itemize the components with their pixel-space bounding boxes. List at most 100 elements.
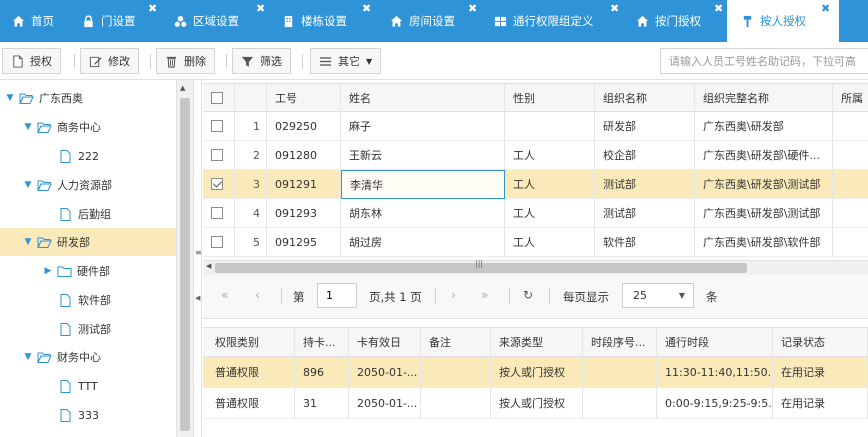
tree-node-hr[interactable]: ▼ 人力资源部 xyxy=(0,171,176,199)
tree-node-ttt[interactable]: TTT xyxy=(0,372,176,400)
table-row[interactable]: 2 091280 王新云 工人 校企部 广东西奥\研发部\硬件... xyxy=(203,141,868,170)
close-icon[interactable]: ✖ xyxy=(610,3,619,14)
checkbox[interactable] xyxy=(211,207,223,219)
table-row[interactable]: 普通权限 31 2050-01-... 按人或门授权 0:00-9:15,9:2… xyxy=(203,388,868,419)
header-cell[interactable]: 通行时段 xyxy=(657,328,773,358)
tab-permission-group[interactable]: 通行权限组定义 ✖ xyxy=(494,0,619,42)
header-cell[interactable]: 工号 xyxy=(267,84,341,113)
tree-label: 222 xyxy=(78,149,99,163)
tab-label: 首页 xyxy=(31,14,54,28)
close-icon[interactable]: ✖ xyxy=(362,3,371,14)
pager-divider xyxy=(549,288,550,304)
header-select-all[interactable] xyxy=(203,84,235,113)
permission-grid: 权限类别 持卡... 卡有效日 备注 来源类型 时段序号... 通行时段 记录状… xyxy=(203,327,868,437)
header-cell[interactable]: 姓名 xyxy=(341,84,505,113)
panel-splitter[interactable]: ≡ ◀ xyxy=(193,80,202,437)
expand-arrow-icon[interactable]: ▼ xyxy=(22,352,34,362)
tree-node-guangdong-xiao[interactable]: ▼ 广东西奥 xyxy=(0,84,176,112)
close-icon[interactable]: ✖ xyxy=(148,3,157,14)
close-icon[interactable]: ✖ xyxy=(468,3,477,14)
expand-arrow-icon[interactable]: ▼ xyxy=(22,237,34,247)
tree-node-hardware[interactable]: ▶ 硬件部 xyxy=(0,257,176,285)
employee-name-edit[interactable]: 李清华 xyxy=(341,170,505,199)
tree-node-business-center[interactable]: ▼ 商务中心 xyxy=(0,113,176,141)
header-cell[interactable]: 组织名称 xyxy=(595,84,695,113)
next-page-icon[interactable]: › xyxy=(451,288,456,302)
row-number: 4 xyxy=(235,199,267,228)
page-size-label: 每页显示 xyxy=(563,290,609,304)
row-select[interactable] xyxy=(203,112,235,141)
first-page-icon[interactable]: « xyxy=(221,288,228,302)
source-type: 按人或门授权 xyxy=(491,357,583,388)
table-row[interactable]: 1 029250 麻子 研发部 广东西奥\研发部 xyxy=(203,112,868,141)
tree-node-testing[interactable]: 测试部 xyxy=(0,315,176,343)
tree-node-333[interactable]: 333 xyxy=(0,401,176,429)
header-cell[interactable]: 时段序号... xyxy=(583,328,657,358)
tab-home[interactable]: 首页 xyxy=(12,0,54,42)
close-icon[interactable]: ✖ xyxy=(821,3,830,14)
header-cell[interactable]: 备注 xyxy=(421,328,491,358)
employee-name: 王新云 xyxy=(341,141,505,170)
checkbox[interactable] xyxy=(211,236,223,248)
delete-button[interactable]: 删除 xyxy=(156,48,215,74)
tab-person-authorize[interactable]: 按人授权 ✖ xyxy=(727,0,839,42)
table-row[interactable]: 5 091295 胡过房 工人 软件部 广东西奥\研发部\软件部 xyxy=(203,228,868,257)
header-cell[interactable]: 性别 xyxy=(505,84,595,113)
tab-door-settings[interactable]: 门设置 ✖ xyxy=(82,0,157,42)
filter-button[interactable]: 筛选 xyxy=(232,48,291,74)
tab-room-settings[interactable]: 房间设置 ✖ xyxy=(390,0,477,42)
tree-node-finance[interactable]: ▼ 财务中心 xyxy=(0,343,176,371)
file-icon xyxy=(58,408,73,422)
checkbox[interactable] xyxy=(211,120,223,132)
page-number-input[interactable] xyxy=(317,283,357,308)
tree-label: 333 xyxy=(78,408,99,422)
scroll-left-icon[interactable]: ◀ xyxy=(206,262,211,270)
tab-door-authorize[interactable]: 按门授权 ✖ xyxy=(636,0,723,42)
collapse-arrow-icon[interactable]: ▶ xyxy=(42,266,54,276)
tree-node-rnd[interactable]: ▼ 研发部 xyxy=(0,228,176,256)
checkbox[interactable] xyxy=(211,92,223,104)
refresh-icon[interactable]: ↻ xyxy=(523,288,533,302)
person-pin-icon xyxy=(741,15,754,28)
table-row[interactable]: 4 091293 胡东林 工人 测试部 广东西奥\研发部\测试部 xyxy=(203,199,868,228)
other-menu-button[interactable]: 其它 ▼ xyxy=(310,48,382,74)
tab-area-settings[interactable]: 区域设置 ✖ xyxy=(174,0,265,42)
tree-scrollbar[interactable]: ▲ xyxy=(176,80,193,437)
row-select[interactable] xyxy=(203,141,235,170)
collapse-left-icon[interactable]: ◀ xyxy=(195,294,200,302)
close-icon[interactable]: ✖ xyxy=(714,3,723,14)
header-cell[interactable]: 来源类型 xyxy=(491,328,583,358)
permission-type: 普通权限 xyxy=(203,357,295,388)
table-row-selected[interactable]: 3 091291 李清华 工人 测试部 广东西奥\研发部\测试部 xyxy=(203,170,868,199)
prev-page-icon[interactable]: ‹ xyxy=(255,288,260,302)
tree-node-222[interactable]: 222 xyxy=(0,142,176,170)
row-select[interactable] xyxy=(203,228,235,257)
row-select[interactable] xyxy=(203,170,235,199)
header-cell[interactable]: 卡有效日 xyxy=(349,328,421,358)
grid-hscrollbar[interactable]: ◀ ||| xyxy=(203,259,868,275)
gender: 工人 xyxy=(505,170,595,199)
expand-arrow-icon[interactable]: ▼ xyxy=(4,93,16,103)
close-icon[interactable]: ✖ xyxy=(256,3,265,14)
header-cell[interactable]: 所属 xyxy=(833,84,868,113)
expand-arrow-icon[interactable]: ▼ xyxy=(22,180,34,190)
checkbox-checked[interactable] xyxy=(211,178,223,190)
tree-node-software[interactable]: 软件部 xyxy=(0,286,176,314)
scroll-thumb[interactable] xyxy=(180,98,190,431)
authorize-button[interactable]: 授权 xyxy=(2,48,61,74)
header-cell[interactable]: 权限类别 xyxy=(203,328,295,358)
search-input[interactable] xyxy=(660,48,868,74)
expand-arrow-icon[interactable]: ▼ xyxy=(22,122,34,132)
last-page-icon[interactable]: » xyxy=(481,288,488,302)
tree-node-logistics[interactable]: 后勤组 xyxy=(0,200,176,228)
header-cell[interactable]: 持卡... xyxy=(295,328,349,358)
header-cell[interactable]: 组织完整名称 xyxy=(695,84,833,113)
row-select[interactable] xyxy=(203,199,235,228)
checkbox[interactable] xyxy=(211,149,223,161)
header-cell[interactable]: 记录状态 xyxy=(773,328,868,358)
tab-building-settings[interactable]: 楼栋设置 ✖ xyxy=(282,0,371,42)
page-size-select[interactable]: 25 ▼ xyxy=(622,283,694,308)
edit-button[interactable]: 修改 xyxy=(80,48,139,74)
scroll-up-icon[interactable]: ▲ xyxy=(180,84,185,92)
table-row-selected[interactable]: 普通权限 896 2050-01-... 按人或门授权 11:30-11:40,… xyxy=(203,357,868,388)
